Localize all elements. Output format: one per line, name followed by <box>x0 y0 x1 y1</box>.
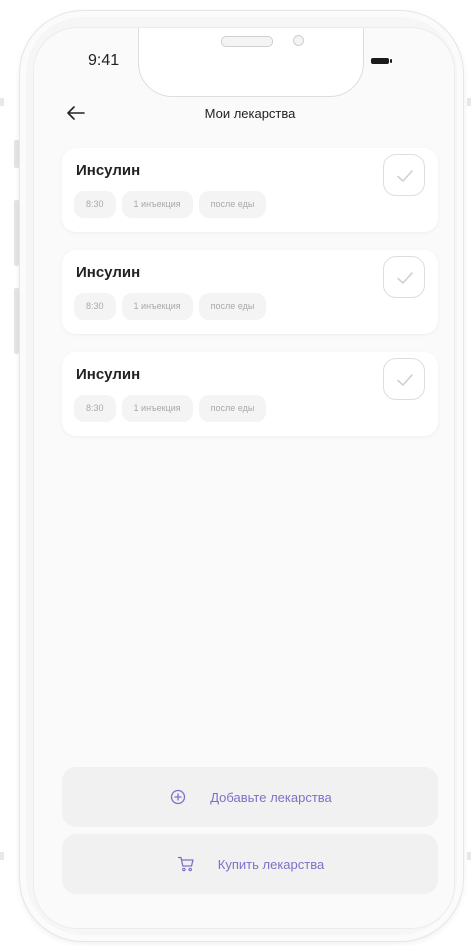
check-icon <box>397 374 413 386</box>
dose-chip: 1 инъекция <box>121 293 193 320</box>
timing-chip: после еды <box>198 293 267 320</box>
device-mockup: 9:41 Мои лекарства Инсулин 8:30 1 инъекц… <box>0 0 471 946</box>
timing-chip: после еды <box>198 395 267 422</box>
mark-taken-button[interactable] <box>383 256 425 298</box>
medication-card[interactable]: Инсулин 8:30 1 инъекция после еды <box>62 352 438 436</box>
dose-chip: 1 инъекция <box>121 191 193 218</box>
check-icon <box>397 170 413 182</box>
buy-medication-button[interactable]: Купить лекарства <box>62 834 438 894</box>
cart-icon <box>177 856 194 872</box>
mark-taken-button[interactable] <box>383 154 425 196</box>
frame-mark <box>0 98 4 106</box>
medication-card[interactable]: Инсулин 8:30 1 инъекция после еды <box>62 148 438 232</box>
medication-name: Инсулин <box>76 366 141 383</box>
medication-details: 8:30 1 инъекция после еды <box>74 395 267 422</box>
time-chip: 8:30 <box>74 395 116 422</box>
status-time: 9:41 <box>88 52 120 69</box>
add-medication-button[interactable]: Добавьте лекарства <box>62 767 438 827</box>
battery-icon <box>371 58 392 64</box>
page-title: Мои лекарства <box>204 106 296 121</box>
mark-taken-button[interactable] <box>383 358 425 400</box>
medication-details: 8:30 1 инъекция после еды <box>74 191 267 218</box>
dose-chip: 1 инъекция <box>121 395 193 422</box>
time-chip: 8:30 <box>74 191 116 218</box>
arrow-left-icon[interactable] <box>64 101 88 125</box>
frame-mark <box>0 852 4 860</box>
medication-name: Инсулин <box>76 162 141 179</box>
front-camera <box>293 35 304 46</box>
medication-details: 8:30 1 инъекция после еды <box>74 293 267 320</box>
medication-card[interactable]: Инсулин 8:30 1 инъекция после еды <box>62 250 438 334</box>
add-medication-label: Добавьте лекарства <box>210 789 332 805</box>
timing-chip: после еды <box>198 191 267 218</box>
plus-circle-icon <box>171 789 186 805</box>
speaker-grille <box>221 36 273 47</box>
frame-mark <box>467 852 471 860</box>
time-chip: 8:30 <box>74 293 116 320</box>
medication-name: Инсулин <box>76 264 141 281</box>
buy-medication-label: Купить лекарства <box>217 856 325 872</box>
check-icon <box>397 272 413 284</box>
frame-mark <box>467 98 471 106</box>
